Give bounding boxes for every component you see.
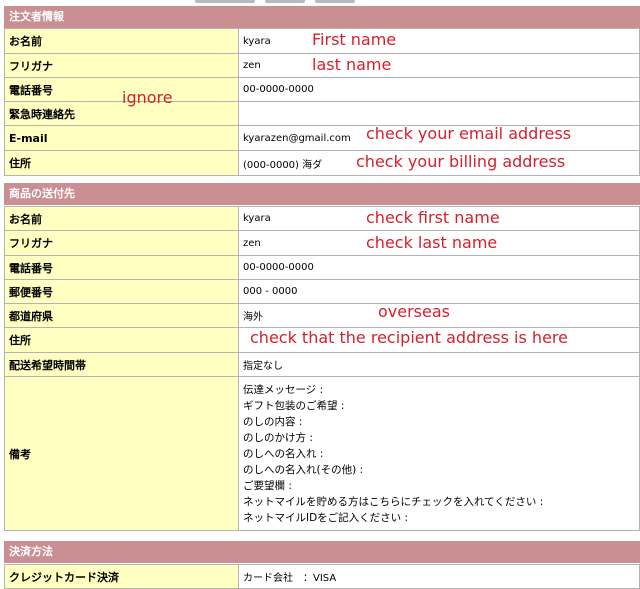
payment-section-header: 決済方法: [4, 541, 640, 563]
remarks-label: 備考: [4, 376, 239, 531]
table-row: 電話番号 00-0000-0000: [4, 255, 640, 280]
card-company-value: カード会社 ：VISA: [238, 564, 640, 589]
row-label: クレジットカード決済: [4, 564, 239, 589]
row-label: お名前: [4, 206, 239, 231]
remarks-line: のしのかけ方 :: [243, 431, 313, 444]
remarks-line: のしへの名入れ(その他) :: [243, 463, 364, 476]
row-label: 都道府県: [4, 303, 239, 328]
delivery-time-value: 指定なし: [238, 352, 640, 377]
top-tab-2: [265, 0, 305, 3]
annotation-ignore: ignore: [122, 88, 173, 107]
remarks-value: 伝達メッセージ : ギフト包装のご希望 : のしの内容 : のしのかけ方 : の…: [238, 376, 640, 531]
top-tab-1: [195, 0, 255, 3]
remarks-line: ご要望欄 :: [243, 479, 292, 492]
remarks-line: ギフト包装のご希望 :: [243, 399, 345, 412]
orderer-section-header: 注文者情報: [4, 6, 640, 28]
window-top-edge: [0, 0, 640, 4]
table-row: お名前 kyara: [4, 206, 640, 231]
remarks-line: のしの内容 :: [243, 415, 303, 428]
annotation-check-email: check your email address: [366, 124, 572, 143]
last-name-value: zen: [238, 53, 640, 78]
first-name-value: kyara: [238, 28, 640, 54]
annotation-last-name: last name: [312, 55, 392, 74]
remarks-line: ネットマイルIDをご記入ください :: [243, 511, 409, 524]
postal-code-value: 000 - 0000: [238, 279, 640, 304]
table-row: 都道府県 海外: [4, 303, 640, 328]
table-row: フリガナ zen: [4, 230, 640, 256]
row-label: E-mail: [4, 125, 239, 151]
payment-table: クレジットカード決済 カード会社 ：VISA: [4, 564, 640, 589]
table-row: クレジットカード決済 カード会社 ：VISA: [4, 564, 640, 589]
annotation-check-first: check first name: [366, 208, 500, 227]
annotation-check-recipient: check that the recipient address is here: [250, 328, 568, 347]
phone-value: 00-0000-0000: [238, 77, 640, 102]
annotation-check-last: check last name: [366, 233, 498, 252]
shipping-table: お名前 kyara フリガナ zen 電話番号 00-0000-0000 郵便番…: [4, 206, 640, 531]
row-label: 住所: [4, 327, 239, 353]
row-label: フリガナ: [4, 230, 239, 256]
row-label: 配送希望時間帯: [4, 352, 239, 377]
annotation-check-billing: check your billing address: [356, 152, 566, 171]
annotation-first-name: First name: [312, 30, 397, 49]
table-row: 備考 伝達メッセージ : ギフト包装のご希望 : のしの内容 : のしのかけ方 …: [4, 376, 640, 531]
table-row: 緊急時連絡先: [4, 101, 640, 126]
annotation-overseas: overseas: [378, 302, 450, 321]
table-row: 配送希望時間帯 指定なし: [4, 352, 640, 377]
remarks-line: のしへの名入れ :: [243, 447, 324, 460]
recipient-phone-value: 00-0000-0000: [238, 255, 640, 280]
emergency-contact-value: [238, 101, 640, 126]
row-label: 住所: [4, 150, 239, 176]
remarks-line: 伝達メッセージ :: [243, 383, 324, 396]
remarks-line: ネットマイルを貯める方はこちらにチェックを入れてください :: [243, 495, 544, 508]
row-label: お名前: [4, 28, 239, 54]
row-label: フリガナ: [4, 53, 239, 78]
table-row: 郵便番号 000 - 0000: [4, 279, 640, 304]
row-label: 電話番号: [4, 255, 239, 280]
top-tab-3: [315, 0, 355, 3]
table-row: 電話番号 00-0000-0000: [4, 77, 640, 102]
shipping-section-header: 商品の送付先: [4, 183, 640, 205]
row-label: 郵便番号: [4, 279, 239, 304]
